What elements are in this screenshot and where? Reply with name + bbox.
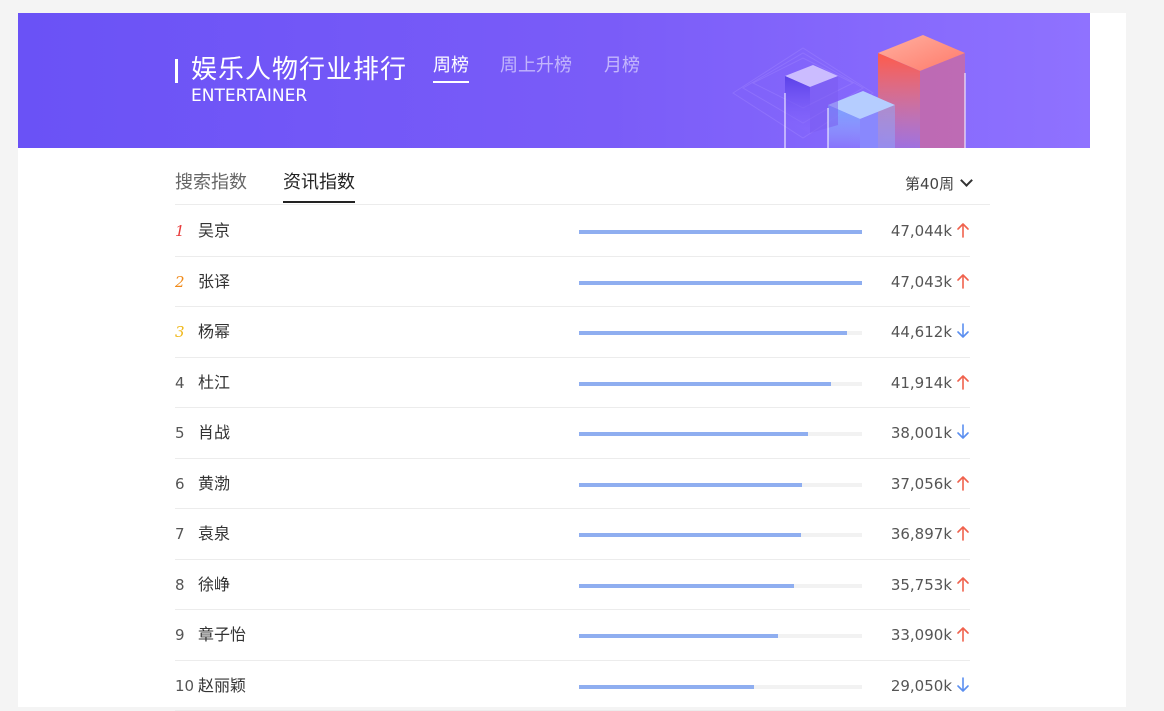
index-bar-track bbox=[579, 281, 862, 285]
index-value: 35,753k bbox=[891, 573, 952, 597]
rank-number: 4 bbox=[175, 372, 195, 394]
arrow-up-icon bbox=[956, 624, 970, 644]
page-subtitle: ENTERTAINER bbox=[191, 86, 307, 106]
arrow-up-icon bbox=[956, 220, 970, 240]
ranking-row[interactable]: 7袁泉 36,897k bbox=[175, 509, 970, 560]
tab-search-index[interactable]: 搜索指数 bbox=[175, 169, 247, 197]
rank-number: 5 bbox=[175, 422, 195, 444]
ranking-row[interactable]: 3杨幂 44,612k bbox=[175, 307, 970, 358]
index-bar-track bbox=[579, 533, 862, 537]
index-bar-track bbox=[579, 331, 862, 335]
rank-number: 7 bbox=[175, 523, 195, 545]
index-bar-fill bbox=[579, 230, 862, 234]
index-value: 38,001k bbox=[891, 421, 952, 445]
ranking-row[interactable]: 8徐峥 35,753k bbox=[175, 560, 970, 611]
entertainer-name[interactable]: 徐峥 bbox=[198, 573, 230, 597]
rank-number: 10 bbox=[175, 675, 195, 697]
tab-news-index[interactable]: 资讯指数 bbox=[283, 169, 355, 197]
rank-number: 9 bbox=[175, 624, 195, 646]
index-bar-fill bbox=[579, 533, 801, 537]
arrow-down-icon bbox=[956, 321, 970, 341]
index-value: 36,897k bbox=[891, 522, 952, 546]
index-value: 41,914k bbox=[891, 371, 952, 395]
entertainer-name[interactable]: 杨幂 bbox=[198, 320, 230, 344]
index-value: 47,043k bbox=[891, 270, 952, 294]
entertainer-name[interactable]: 黄渤 bbox=[198, 472, 230, 496]
index-value: 37,056k bbox=[891, 472, 952, 496]
ranking-row[interactable]: 1吴京 47,044k bbox=[175, 206, 970, 257]
entertainer-name[interactable]: 杜江 bbox=[198, 371, 230, 395]
ranking-row[interactable]: 6黄渤 37,056k bbox=[175, 459, 970, 510]
index-bar-fill bbox=[579, 584, 794, 588]
index-value: 29,050k bbox=[891, 674, 952, 698]
rank-number: 8 bbox=[175, 574, 195, 596]
arrow-up-icon bbox=[956, 271, 970, 291]
rank-number: 1 bbox=[175, 220, 195, 242]
index-bar-track bbox=[579, 432, 862, 436]
page-title: 娱乐人物行业排行 bbox=[191, 53, 407, 87]
rank-number: 2 bbox=[175, 271, 195, 293]
index-bar-fill bbox=[579, 483, 802, 487]
bar-chart-illustration bbox=[723, 13, 983, 148]
index-value: 47,044k bbox=[891, 219, 952, 243]
index-bar-track bbox=[579, 230, 862, 234]
entertainer-name[interactable]: 袁泉 bbox=[198, 522, 230, 546]
chevron-down-icon bbox=[960, 174, 973, 187]
ranking-row[interactable]: 10赵丽颖 29,050k bbox=[175, 661, 970, 711]
arrow-up-icon bbox=[956, 372, 970, 392]
week-label: 第40周 bbox=[905, 175, 954, 193]
header-banner: 娱乐人物行业排行 ENTERTAINER 周榜 周上升榜 月榜 bbox=[18, 13, 1090, 148]
index-bar-track bbox=[579, 584, 862, 588]
entertainer-name[interactable]: 吴京 bbox=[198, 219, 230, 243]
week-selector[interactable]: 第40周 bbox=[905, 172, 971, 196]
entertainer-name[interactable]: 章子怡 bbox=[198, 623, 246, 647]
entertainer-name[interactable]: 张译 bbox=[198, 270, 230, 294]
index-bar-track bbox=[579, 382, 862, 386]
divider bbox=[175, 204, 990, 205]
index-bar-fill bbox=[579, 685, 754, 689]
tab-monthly[interactable]: 月榜 bbox=[604, 53, 640, 79]
index-bar-track bbox=[579, 483, 862, 487]
arrow-down-icon bbox=[956, 422, 970, 442]
index-bar-track bbox=[579, 634, 862, 638]
arrow-up-icon bbox=[956, 523, 970, 543]
ranking-row[interactable]: 2张译 47,043k bbox=[175, 257, 970, 308]
ranking-row[interactable]: 9章子怡 33,090k bbox=[175, 610, 970, 661]
index-bar-fill bbox=[579, 281, 862, 285]
index-bar-track bbox=[579, 685, 862, 689]
rank-number: 6 bbox=[175, 473, 195, 495]
index-bar-fill bbox=[579, 432, 808, 436]
entertainer-name[interactable]: 赵丽颖 bbox=[198, 674, 246, 698]
ranking-list: 1吴京 47,044k 2张译 47,043k 3杨幂 44,612k 4杜江 41,914k… bbox=[175, 206, 970, 711]
ranking-row[interactable]: 5肖战 38,001k bbox=[175, 408, 970, 459]
tab-weekly[interactable]: 周榜 bbox=[433, 53, 469, 79]
rank-number: 3 bbox=[175, 321, 195, 343]
arrow-down-icon bbox=[956, 675, 970, 695]
index-bar-fill bbox=[579, 634, 778, 638]
index-bar-fill bbox=[579, 382, 831, 386]
tab-weekly-rising[interactable]: 周上升榜 bbox=[500, 53, 572, 79]
title-accent-bar bbox=[175, 59, 178, 83]
index-value: 33,090k bbox=[891, 623, 952, 647]
ranking-card: 娱乐人物行业排行 ENTERTAINER 周榜 周上升榜 月榜 bbox=[18, 13, 1126, 707]
arrow-up-icon bbox=[956, 473, 970, 493]
arrow-up-icon bbox=[956, 574, 970, 594]
ranking-row[interactable]: 4杜江 41,914k bbox=[175, 358, 970, 409]
index-bar-fill bbox=[579, 331, 847, 335]
entertainer-name[interactable]: 肖战 bbox=[198, 421, 230, 445]
index-value: 44,612k bbox=[891, 320, 952, 344]
